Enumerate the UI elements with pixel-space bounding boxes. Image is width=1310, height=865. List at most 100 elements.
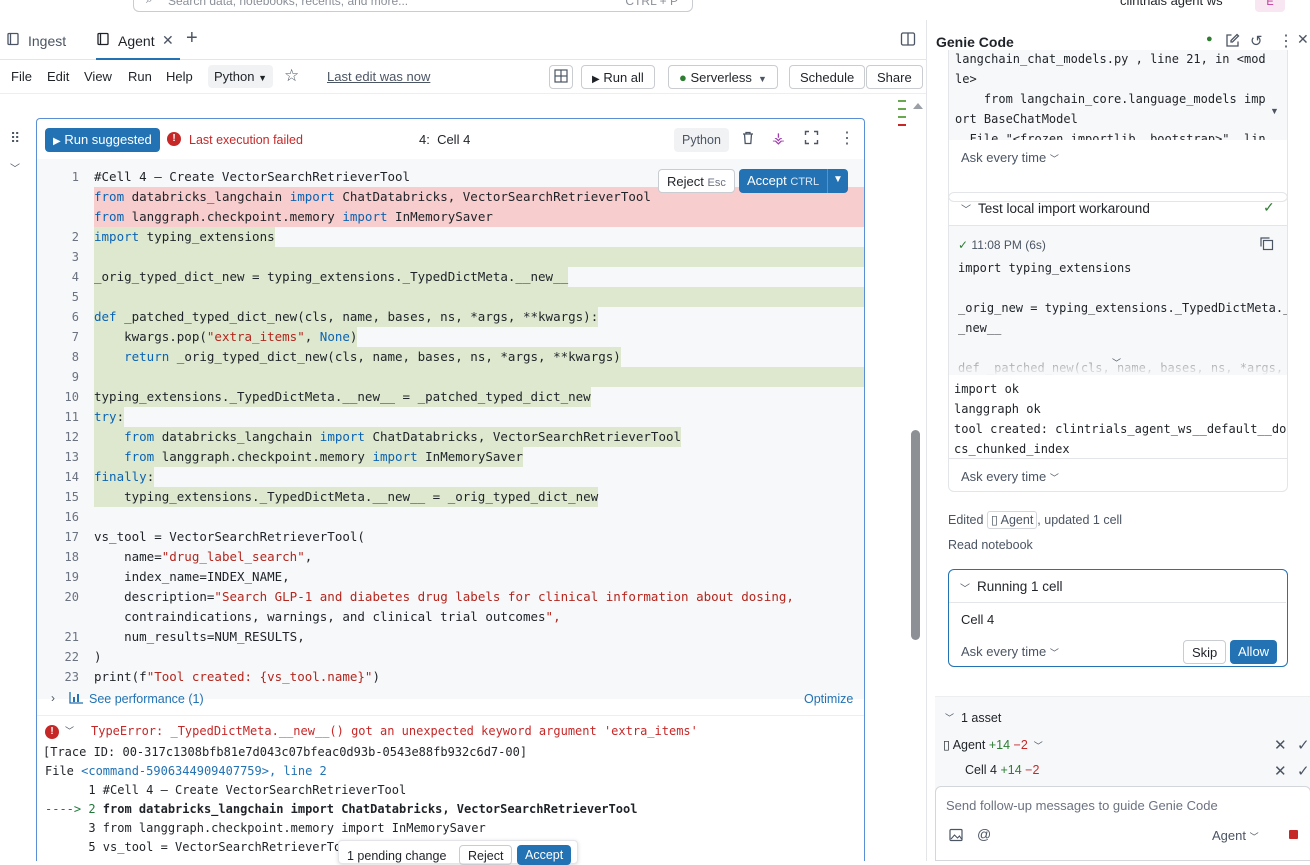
code-line[interactable]: 4 _orig_typed_dict_new = typing_extension… <box>37 267 864 287</box>
see-performance-link[interactable]: See performance (1) <box>89 692 204 706</box>
notebook-cell[interactable]: ▶ Run suggested ! Last execution failed … <box>36 118 865 863</box>
more-options-icon[interactable]: ⋮ <box>839 128 855 148</box>
code-line[interactable]: contraindications, warnings, and clinica… <box>37 607 864 627</box>
code-line[interactable]: 16 <box>37 507 864 527</box>
compute-select[interactable]: ● Serverless ▼ <box>668 65 778 89</box>
code-line[interactable]: 9 <box>37 367 864 387</box>
tab-agent[interactable]: Agent ✕ <box>96 20 180 60</box>
mention-icon[interactable]: @ <box>977 826 991 842</box>
new-chat-icon[interactable] <box>1225 33 1240 51</box>
asset-row-agent[interactable]: ▯ Agent +14 −2 ﹀ <box>943 737 1043 752</box>
code-line[interactable]: 3 <box>37 247 864 267</box>
step-title[interactable]: Test local import workaround <box>978 201 1150 216</box>
last-edit-link[interactable]: Last edit was now <box>327 69 430 84</box>
avatar[interactable]: E <box>1255 0 1285 12</box>
allow-button[interactable]: Allow <box>1230 640 1278 664</box>
code-line[interactable]: 17 vs_tool = VectorSearchRetrieverTool( <box>37 527 864 547</box>
scrollbar-thumb[interactable] <box>911 430 920 640</box>
line-number: 15 <box>64 490 79 504</box>
run-suggested-button[interactable]: ▶ Run suggested <box>45 128 160 152</box>
code-editor[interactable]: 1 #Cell 4 — Create VectorSearchRetrieverT… <box>37 159 864 699</box>
collapse-output-icon[interactable]: ﹀ <box>65 724 74 737</box>
code-line[interactable]: 14 finally: <box>37 467 864 487</box>
code-line[interactable]: 5 <box>37 287 864 307</box>
layout-button[interactable] <box>549 65 573 89</box>
add-tab-icon[interactable]: + <box>186 20 198 60</box>
chevron-down-icon[interactable]: ﹀ <box>961 201 971 216</box>
scroll-down-icon[interactable]: ▼ <box>1270 106 1279 116</box>
code-line[interactable]: 13 from langgraph.checkpoint.memory impo… <box>37 447 864 467</box>
panel-toggle-icon[interactable] <box>900 20 916 60</box>
code-line[interactable]: 20 description="Search GLP-1 and diabete… <box>37 587 864 607</box>
chevron-down-icon[interactable]: ﹀ <box>960 580 970 595</box>
reject-asset-icon[interactable]: ✕ <box>1274 736 1287 754</box>
run-all-button[interactable]: ▶ Run all <box>581 65 655 89</box>
reject-suggestion-button[interactable]: Reject Esc <box>658 169 735 193</box>
code-line[interactable]: 15 typing_extensions._TypedDictMeta.__ne… <box>37 487 864 507</box>
accept-cell-icon[interactable]: ✓ <box>1297 762 1310 780</box>
reject-cell-icon[interactable]: ✕ <box>1274 762 1287 780</box>
menu-view[interactable]: View <box>84 69 112 84</box>
code-line[interactable]: 2 import typing_extensions <box>37 227 864 247</box>
menu-file[interactable]: File <box>11 69 32 84</box>
code-line[interactable]: 7 kwargs.pop("extra_items", None) <box>37 327 864 347</box>
trash-icon[interactable] <box>740 130 756 150</box>
tab-ingest[interactable]: Ingest <box>6 20 66 60</box>
close-icon[interactable]: ✕ <box>162 32 174 49</box>
line-number: 18 <box>64 550 79 564</box>
more-options-icon[interactable]: ⋮ <box>1278 31 1294 51</box>
skip-button[interactable]: Skip <box>1183 640 1227 664</box>
code-line[interactable]: 8 return _orig_typed_dict_new(cls, name,… <box>37 347 864 367</box>
ask-every-time-select[interactable]: Ask every time ﹀ <box>961 469 1059 484</box>
schedule-button[interactable]: Schedule <box>789 65 866 89</box>
code-line[interactable]: 12 from databricks_langchain import Chat… <box>37 427 864 447</box>
ask-every-time-select[interactable]: Ask every time ﹀ <box>961 150 1059 165</box>
ask-every-time-select[interactable]: Ask every time ﹀ <box>961 644 1059 659</box>
global-search-input[interactable]: ⌕ Search data, notebooks, recents, and m… <box>133 0 693 12</box>
code-line[interactable]: 10 typing_extensions._TypedDictMeta.__new… <box>37 387 864 407</box>
code-line[interactable]: 22) <box>37 647 864 667</box>
menu-help[interactable]: Help <box>166 69 193 84</box>
code-line[interactable]: 19 index_name=INDEX_NAME, <box>37 567 864 587</box>
history-icon[interactable]: ↺ <box>1250 32 1263 50</box>
code-line[interactable]: 23 print(f"Tool created: {vs_tool.name}") <box>37 667 864 687</box>
code-line[interactable]: 18 name="drug_label_search", <box>37 547 864 567</box>
image-attach-icon[interactable] <box>949 828 963 845</box>
line-number: 9 <box>71 370 79 384</box>
menu-edit[interactable]: Edit <box>47 69 69 84</box>
edited-asset-chip[interactable]: ▯ Agent <box>986 511 1038 529</box>
drag-handle-icon[interactable]: ⠿ <box>10 130 20 147</box>
star-icon[interactable]: ☆ <box>284 66 299 86</box>
expand-icon[interactable] <box>804 130 819 148</box>
chevron-right-icon[interactable]: › <box>51 691 55 705</box>
optimize-link[interactable]: Optimize <box>804 692 853 706</box>
accept-asset-icon[interactable]: ✓ <box>1297 736 1310 754</box>
stop-icon[interactable] <box>1289 830 1298 839</box>
traceback-file-link[interactable]: <command-5906344909407759>, line 2 <box>81 764 327 778</box>
copy-icon[interactable] <box>1259 236 1274 254</box>
chat-input[interactable]: Send follow-up messages to guide Genie C… <box>935 786 1310 861</box>
asset-row-cell[interactable]: Cell 4 +14 −2 <box>965 763 1039 777</box>
share-button[interactable]: Share <box>866 65 923 89</box>
mode-select[interactable]: Agent ﹀ <box>1212 828 1259 843</box>
menu-run[interactable]: Run <box>128 69 152 84</box>
accept-options-icon[interactable]: ▼ <box>827 169 848 193</box>
line-number: 5 <box>71 290 79 304</box>
code-line[interactable]: 21 num_results=NUM_RESULTS, <box>37 627 864 647</box>
code-line[interactable]: 6 def _patched_typed_dict_new(cls, name, … <box>37 307 864 327</box>
assistant-sparkle-icon[interactable]: ⚶ <box>772 129 785 147</box>
pending-accept-button[interactable]: Accept <box>517 845 572 865</box>
close-panel-icon[interactable]: ✕ <box>1297 31 1309 48</box>
chevron-down-icon[interactable]: ﹀ <box>945 711 954 724</box>
collapse-chevron-icon[interactable]: ﹀ <box>10 160 20 175</box>
expand-code-icon[interactable]: ﹀ <box>1112 356 1121 369</box>
accept-suggestion-button[interactable]: Accept CTRL <box>739 169 828 193</box>
code-line[interactable]: from langgraph.checkpoint.memory import … <box>37 207 864 227</box>
cell-language-badge[interactable]: Python <box>674 128 729 152</box>
code-line[interactable]: 11 try: <box>37 407 864 427</box>
scroll-up-icon[interactable] <box>913 103 923 109</box>
language-select[interactable]: Python ▼ <box>208 65 274 88</box>
cell-title[interactable]: 4: Cell 4 <box>419 132 470 147</box>
workspace-name[interactable]: clintrials agent ws <box>1120 0 1223 8</box>
pending-reject-button[interactable]: Reject <box>459 845 513 865</box>
